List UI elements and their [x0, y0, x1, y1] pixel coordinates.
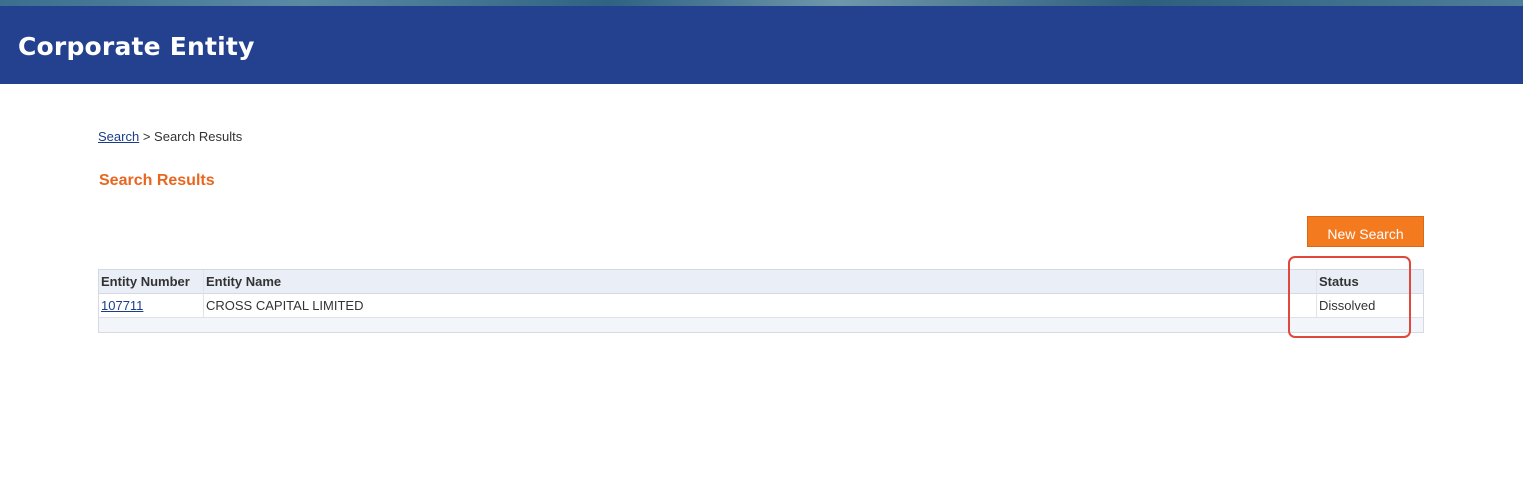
table-header-row: Entity Number Entity Name Status	[99, 270, 1423, 294]
results-table: Entity Number Entity Name Status 107711 …	[98, 269, 1424, 333]
breadcrumb-current: Search Results	[154, 129, 243, 144]
page-title: Corporate Entity	[18, 32, 255, 61]
breadcrumb-separator: >	[142, 129, 151, 144]
search-results-heading: Search Results	[99, 172, 215, 189]
entity-number-cell: 107711	[99, 294, 204, 318]
column-header-entity-name[interactable]: Entity Name	[204, 270, 1317, 294]
column-header-status[interactable]: Status	[1317, 270, 1423, 294]
entity-number-link[interactable]: 107711	[101, 298, 143, 313]
table-row: 107711 CROSS CAPITAL LIMITED Dissolved	[99, 294, 1423, 318]
column-header-entity-number[interactable]: Entity Number	[99, 270, 204, 294]
breadcrumb: Search > Search Results	[98, 129, 242, 144]
new-search-button[interactable]: New Search	[1307, 216, 1424, 247]
status-cell: Dissolved	[1319, 298, 1376, 313]
breadcrumb-search-link[interactable]: Search	[98, 129, 139, 144]
entity-name-cell: CROSS CAPITAL LIMITED	[204, 294, 1317, 318]
header-banner: Corporate Entity	[0, 6, 1523, 84]
